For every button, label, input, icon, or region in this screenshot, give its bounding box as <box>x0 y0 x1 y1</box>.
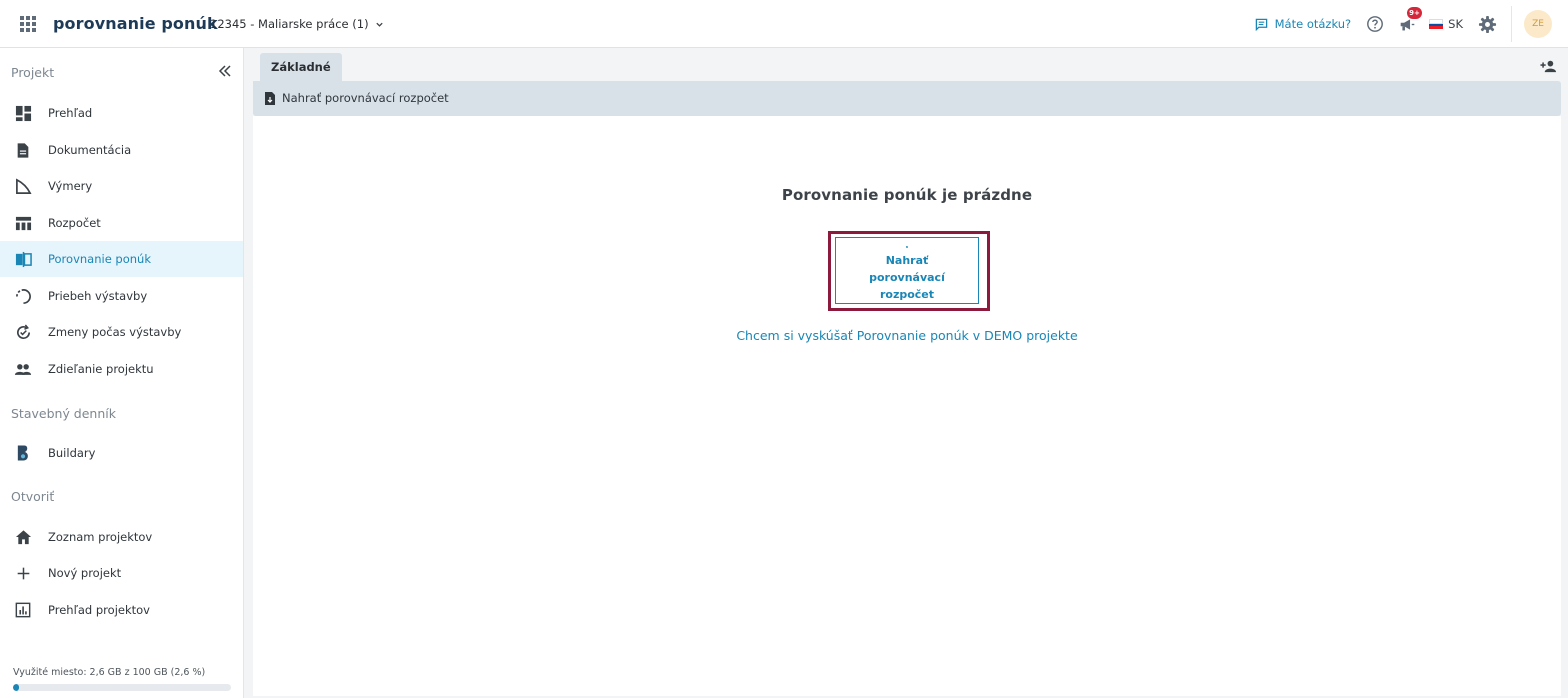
sidebar-item-novy-projekt[interactable]: Nový projekt <box>0 555 243 591</box>
sidebar-item-label: Zdieľanie projektu <box>48 362 154 376</box>
storage-usage-label: Využité miesto: 2,6 GB z 100 GB (2,6 %) <box>13 667 206 678</box>
sidebar-item-label: Dokumentácia <box>48 143 132 157</box>
progress-icon <box>14 287 32 305</box>
help-icon[interactable] <box>1365 14 1385 34</box>
sidebar-item-prehlad-projektov[interactable]: Prehľad projektov <box>0 592 243 628</box>
upload-comparison-card[interactable]: Nahrať porovnávací rozpočet <box>835 237 979 304</box>
file-upload-icon <box>906 246 908 248</box>
toolbar: Nahrať porovnávací rozpočet <box>253 81 1561 116</box>
sidebar-item-porovnanie-ponuk[interactable]: Porovnanie ponúk <box>0 241 243 277</box>
upload-comparison-label: Nahrať porovnávací rozpočet <box>282 91 449 105</box>
measure-icon <box>14 177 32 195</box>
sidebar-section-diary: Stavebný denník <box>11 406 116 421</box>
sidebar-item-buildary[interactable]: Buildary <box>0 435 243 471</box>
sidebar-item-label: Zmeny počas výstavby <box>48 325 182 339</box>
sidebar-item-vymery[interactable]: Výmery <box>0 168 243 204</box>
empty-state-title: Porovnanie ponúk je prázdne <box>781 186 1033 204</box>
flag-sk-icon <box>1429 19 1444 30</box>
sidebar-item-label: Priebeh výstavby <box>48 289 148 303</box>
question-link-label: Máte otázku? <box>1274 17 1352 31</box>
sidebar-item-zdielanie-projektu[interactable]: Zdieľanie projektu <box>0 351 243 387</box>
sidebar-item-label: Porovnanie ponúk <box>48 252 152 266</box>
tab-zakladne[interactable]: Základné <box>260 53 342 81</box>
sidebar-item-label: Prehľad projektov <box>48 603 150 617</box>
sidebar-item-dokumentacia[interactable]: Dokumentácia <box>0 132 243 168</box>
apps-grid-icon[interactable] <box>20 16 36 32</box>
upload-card-label: Nahrať porovnávací rozpočet <box>869 254 945 301</box>
main-area: Základné Nahrať porovnávací rozpočet Por… <box>253 49 1561 698</box>
sidebar-item-rozpocet[interactable]: Rozpočet <box>0 205 243 241</box>
document-icon <box>14 141 32 159</box>
header-tools: Máte otázku? 9+ SK ZE <box>1255 0 1552 48</box>
buildary-icon <box>14 444 32 462</box>
sidebar-item-label: Prehľad <box>48 106 93 120</box>
avatar[interactable]: ZE <box>1524 10 1552 38</box>
people-icon <box>14 360 32 378</box>
sidebar-item-zoznam-projektov[interactable]: Zoznam projektov <box>0 519 243 555</box>
top-bar: porovnanie ponúk 12345 - Maliarske práce… <box>0 0 1568 48</box>
collapse-sidebar-icon[interactable] <box>218 65 232 77</box>
language-label: SK <box>1448 17 1463 31</box>
upload-comparison-button[interactable]: Nahrať porovnávací rozpočet <box>265 91 449 105</box>
sidebar: Projekt Prehľad Dokumentácia Výmery Rozp… <box>0 48 244 698</box>
compare-icon <box>14 250 32 268</box>
sidebar-item-label: Rozpočet <box>48 216 101 230</box>
plus-icon <box>14 564 32 582</box>
sidebar-item-prehlad[interactable]: Prehľad <box>0 95 243 131</box>
question-link[interactable]: Máte otázku? <box>1255 17 1352 31</box>
demo-project-link[interactable]: Chcem si vyskúšať Porovnanie ponúk v DEM… <box>253 328 1561 343</box>
sidebar-section-project: Projekt <box>11 65 55 80</box>
notification-badge: 9+ <box>1407 7 1422 19</box>
sidebar-section-open: Otvoriť <box>11 489 55 504</box>
sidebar-item-label: Nový projekt <box>48 566 122 580</box>
chevron-down-icon <box>375 22 383 27</box>
language-selector[interactable]: SK <box>1429 17 1463 31</box>
sidebar-item-label: Zoznam projektov <box>48 530 153 544</box>
gear-icon[interactable] <box>1477 14 1497 34</box>
storage-usage-fill <box>13 684 20 691</box>
budget-icon <box>14 214 32 232</box>
sidebar-item-label: Buildary <box>48 446 96 460</box>
sidebar-item-zmeny-pocas-vystavby[interactable]: Zmeny počas výstavby <box>0 314 243 350</box>
app-brand[interactable]: porovnanie ponúk <box>53 14 218 33</box>
chat-icon <box>1255 18 1267 31</box>
home-icon <box>14 528 32 546</box>
sidebar-item-priebeh-vystavby[interactable]: Priebeh výstavby <box>0 278 243 314</box>
changes-icon <box>14 323 32 341</box>
header-divider <box>1511 6 1512 42</box>
dashboard-icon <box>14 104 32 122</box>
chart-icon <box>14 601 32 619</box>
sidebar-item-label: Výmery <box>48 179 93 193</box>
file-upload-icon <box>265 91 275 105</box>
add-person-icon[interactable] <box>1540 59 1557 73</box>
notifications-button[interactable]: 9+ <box>1397 7 1422 34</box>
storage-usage-bar <box>13 684 231 691</box>
project-selector-label: 12345 - Maliarske práce (1) <box>210 17 369 31</box>
content-panel: Porovnanie ponúk je prázdne Nahrať porov… <box>253 116 1561 696</box>
project-selector[interactable]: 12345 - Maliarske práce (1) <box>210 17 384 31</box>
